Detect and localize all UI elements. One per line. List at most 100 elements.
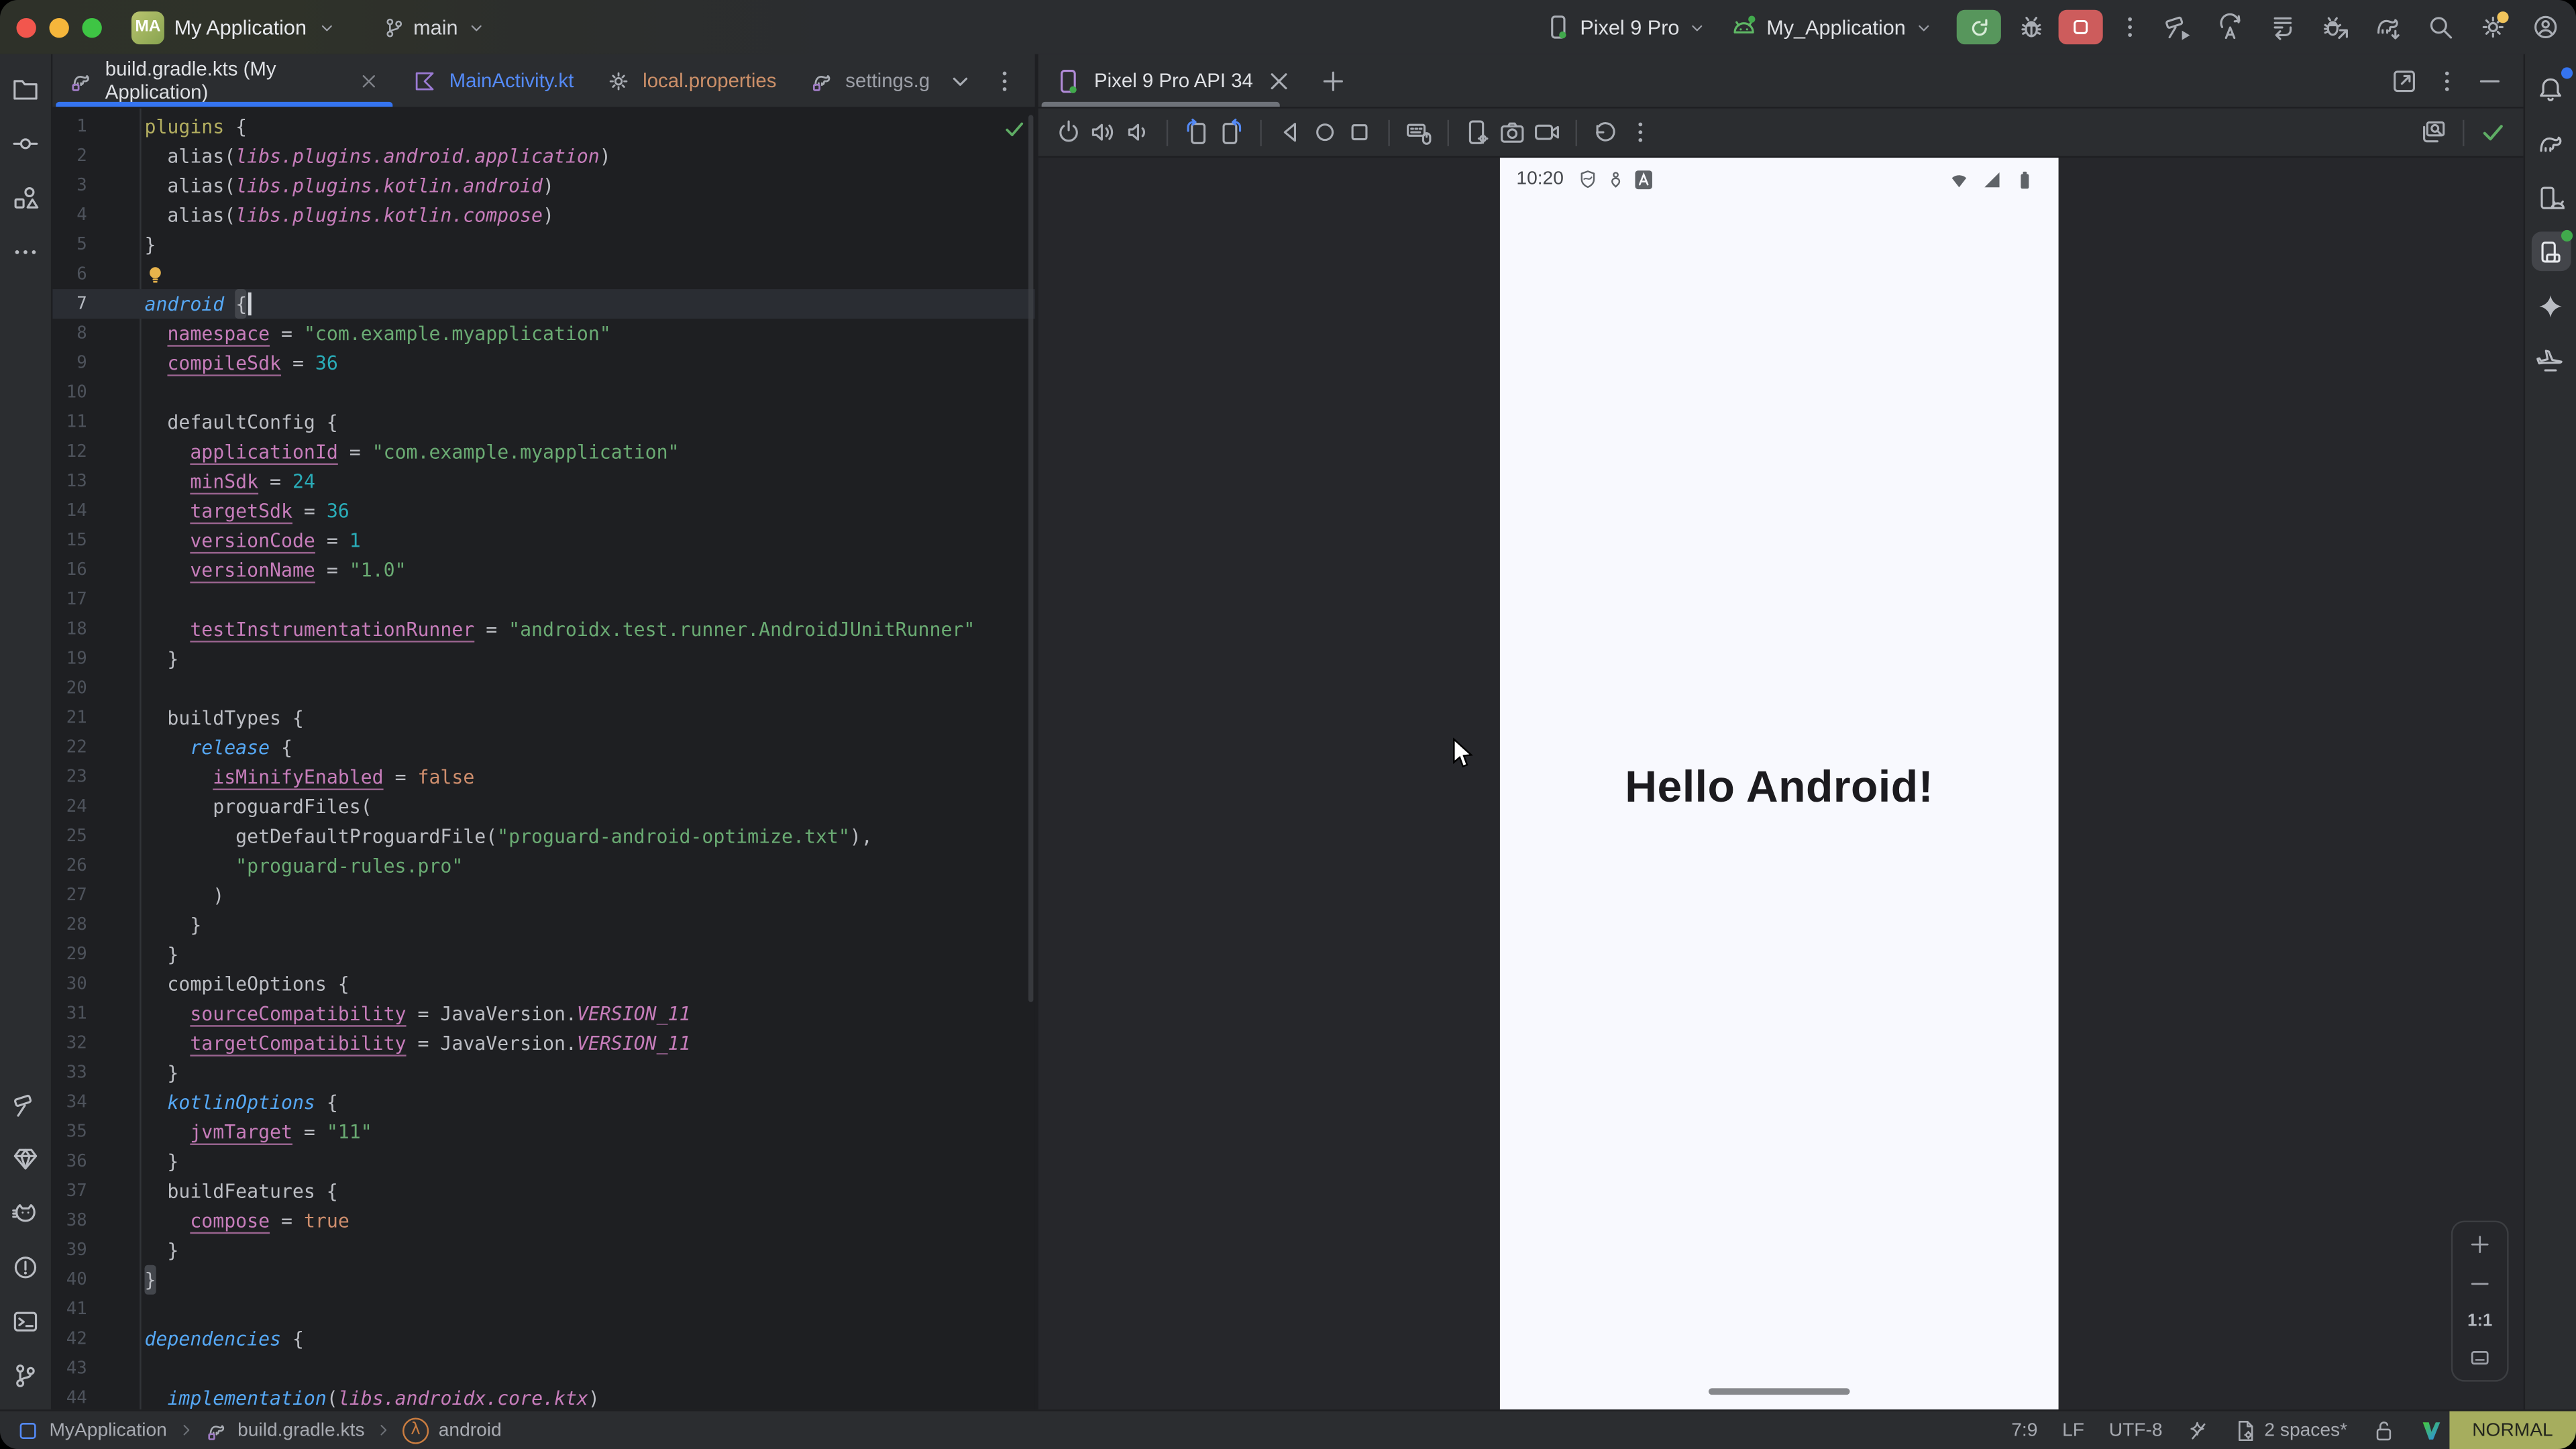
line-number[interactable]: 33 [52, 1058, 87, 1087]
commit-icon[interactable] [6, 123, 46, 163]
caret-position-widget[interactable]: 7:9 [2011, 1420, 2037, 1440]
line-number[interactable]: 32 [52, 1028, 87, 1058]
code-line[interactable]: 37 buildFeatures { [52, 1176, 1034, 1205]
line-number[interactable]: 40 [52, 1265, 87, 1295]
line-number[interactable]: 16 [52, 555, 87, 585]
line-number[interactable]: 18 [52, 614, 87, 644]
code-line[interactable]: 40} [52, 1265, 1034, 1295]
wifi-icon[interactable] [1948, 168, 1970, 190]
emulator-tab[interactable]: Pixel 9 Pro API 34 [1038, 54, 1309, 107]
branch-widget[interactable]: main [382, 15, 486, 38]
gradle-icon[interactable] [2531, 123, 2571, 163]
line-number[interactable]: 5 [52, 230, 87, 260]
version-control-icon[interactable] [6, 1355, 46, 1395]
stop-button[interactable] [2059, 10, 2103, 44]
line-number[interactable]: 7 [52, 289, 87, 319]
line-number[interactable]: 10 [52, 378, 87, 407]
line-number[interactable]: 2 [52, 142, 87, 171]
code-line[interactable]: 20 [52, 674, 1034, 703]
apply-changes-icon[interactable] [2216, 13, 2245, 42]
kebab-icon[interactable] [1626, 118, 1654, 146]
line-number[interactable]: 17 [52, 585, 87, 614]
a-badge-icon[interactable] [1633, 168, 1654, 190]
vim-mode-badge[interactable]: NORMAL [2449, 1410, 2576, 1449]
line-number[interactable]: 39 [52, 1236, 87, 1265]
logcat-icon[interactable] [6, 1193, 46, 1232]
volume-down-icon[interactable] [1124, 118, 1152, 146]
code-line[interactable]: 39 } [52, 1236, 1034, 1265]
settings-gear-icon[interactable] [2479, 13, 2508, 42]
nav-overview-icon[interactable] [1346, 118, 1374, 146]
code-line[interactable]: 25 getDefaultProguardFile("proguard-andr… [52, 821, 1034, 851]
line-number[interactable]: 11 [52, 407, 87, 437]
whats-new-plane-icon[interactable] [2531, 340, 2571, 380]
line-number[interactable]: 3 [52, 171, 87, 201]
screen-record-icon[interactable] [1533, 118, 1561, 146]
line-number[interactable]: 15 [52, 526, 87, 555]
tab-settings-gradle[interactable]: settings.g [793, 54, 947, 107]
line-number[interactable]: 43 [52, 1354, 87, 1383]
code-line[interactable]: 26 "proguard-rules.pro" [52, 851, 1034, 881]
running-devices-icon[interactable] [2531, 231, 2571, 271]
code-line[interactable]: 38 compose = true [52, 1206, 1034, 1236]
code-line[interactable]: 33 } [52, 1058, 1034, 1087]
build-hammer-icon[interactable] [6, 1084, 46, 1124]
line-number[interactable]: 42 [52, 1324, 87, 1354]
encoding-widget[interactable]: UTF-8 [2109, 1420, 2163, 1440]
close-window-button[interactable] [16, 17, 36, 37]
line-number[interactable]: 27 [52, 881, 87, 910]
gemini-sparkle-icon[interactable] [2531, 286, 2571, 325]
line-number[interactable]: 44 [52, 1383, 87, 1409]
zoom-windows-icon[interactable] [2420, 118, 2448, 146]
editor-scrollbar[interactable] [1028, 115, 1033, 1002]
device-settings-icon[interactable] [1464, 118, 1492, 146]
code-line[interactable]: 18 testInstrumentationRunner = "androidx… [52, 614, 1034, 644]
code-line[interactable]: 35 jvmTarget = "11" [52, 1117, 1034, 1146]
code-line[interactable]: 42dependencies { [52, 1324, 1034, 1354]
rotate-left-icon[interactable] [1183, 118, 1211, 146]
line-number[interactable]: 36 [52, 1146, 87, 1176]
person-pin-icon[interactable] [1605, 168, 1626, 190]
line-number[interactable]: 30 [52, 969, 87, 999]
code-line[interactable]: 23 isMinifyEnabled = false [52, 762, 1034, 792]
zoom-reset-button[interactable]: 1:1 [2467, 1311, 2492, 1330]
breadcrumb-file[interactable]: build.gradle.kts [237, 1420, 364, 1440]
breadcrumb-symbol[interactable]: android [439, 1420, 502, 1440]
minimize-window-button[interactable] [49, 17, 68, 37]
code-line[interactable]: 43 [52, 1354, 1034, 1383]
battery-icon[interactable] [2014, 168, 2035, 190]
code-line[interactable]: 12 applicationId = "com.example.myapplic… [52, 437, 1034, 466]
notifications-icon[interactable] [2531, 69, 2571, 109]
power-icon[interactable] [1055, 118, 1083, 146]
volume-up-icon[interactable] [1089, 118, 1118, 146]
project-folder-icon[interactable] [6, 69, 46, 109]
line-number[interactable]: 19 [52, 644, 87, 674]
code-line[interactable]: 13 minSdk = 24 [52, 467, 1034, 496]
line-number[interactable]: 22 [52, 733, 87, 762]
project-widget[interactable]: MA My Application main [131, 11, 486, 44]
run-configuration-selector[interactable]: My_Application [1730, 13, 1933, 42]
line-number[interactable]: 37 [52, 1176, 87, 1205]
code-line[interactable]: 15 versionCode = 1 [52, 526, 1034, 555]
close-icon[interactable] [359, 70, 380, 91]
writable-file-icon[interactable] [2372, 1419, 2395, 1442]
code-line[interactable]: 41 [52, 1295, 1034, 1324]
line-separator-widget[interactable]: LF [2062, 1420, 2084, 1440]
line-number[interactable]: 21 [52, 703, 87, 733]
code-line[interactable]: 17 [52, 585, 1034, 614]
line-number[interactable]: 1 [52, 112, 87, 142]
code-line[interactable]: 30 compileOptions { [52, 969, 1034, 999]
line-number[interactable]: 25 [52, 821, 87, 851]
line-number[interactable]: 31 [52, 999, 87, 1028]
code-line[interactable]: 19 } [52, 644, 1034, 674]
tab-build-gradle[interactable]: build.gradle.kts (My Application) [52, 54, 396, 107]
kebab-icon[interactable] [991, 66, 1019, 95]
line-number[interactable]: 4 [52, 201, 87, 230]
line-number[interactable]: 8 [52, 319, 87, 348]
code-line[interactable]: 9 compileSdk = 36 [52, 348, 1034, 378]
gesture-navigation-handle[interactable] [1709, 1388, 1850, 1395]
line-number[interactable]: 41 [52, 1295, 87, 1324]
zoom-window-button[interactable] [82, 17, 101, 37]
profile-icon[interactable] [2532, 13, 2560, 42]
debug-button[interactable] [2017, 13, 2045, 42]
